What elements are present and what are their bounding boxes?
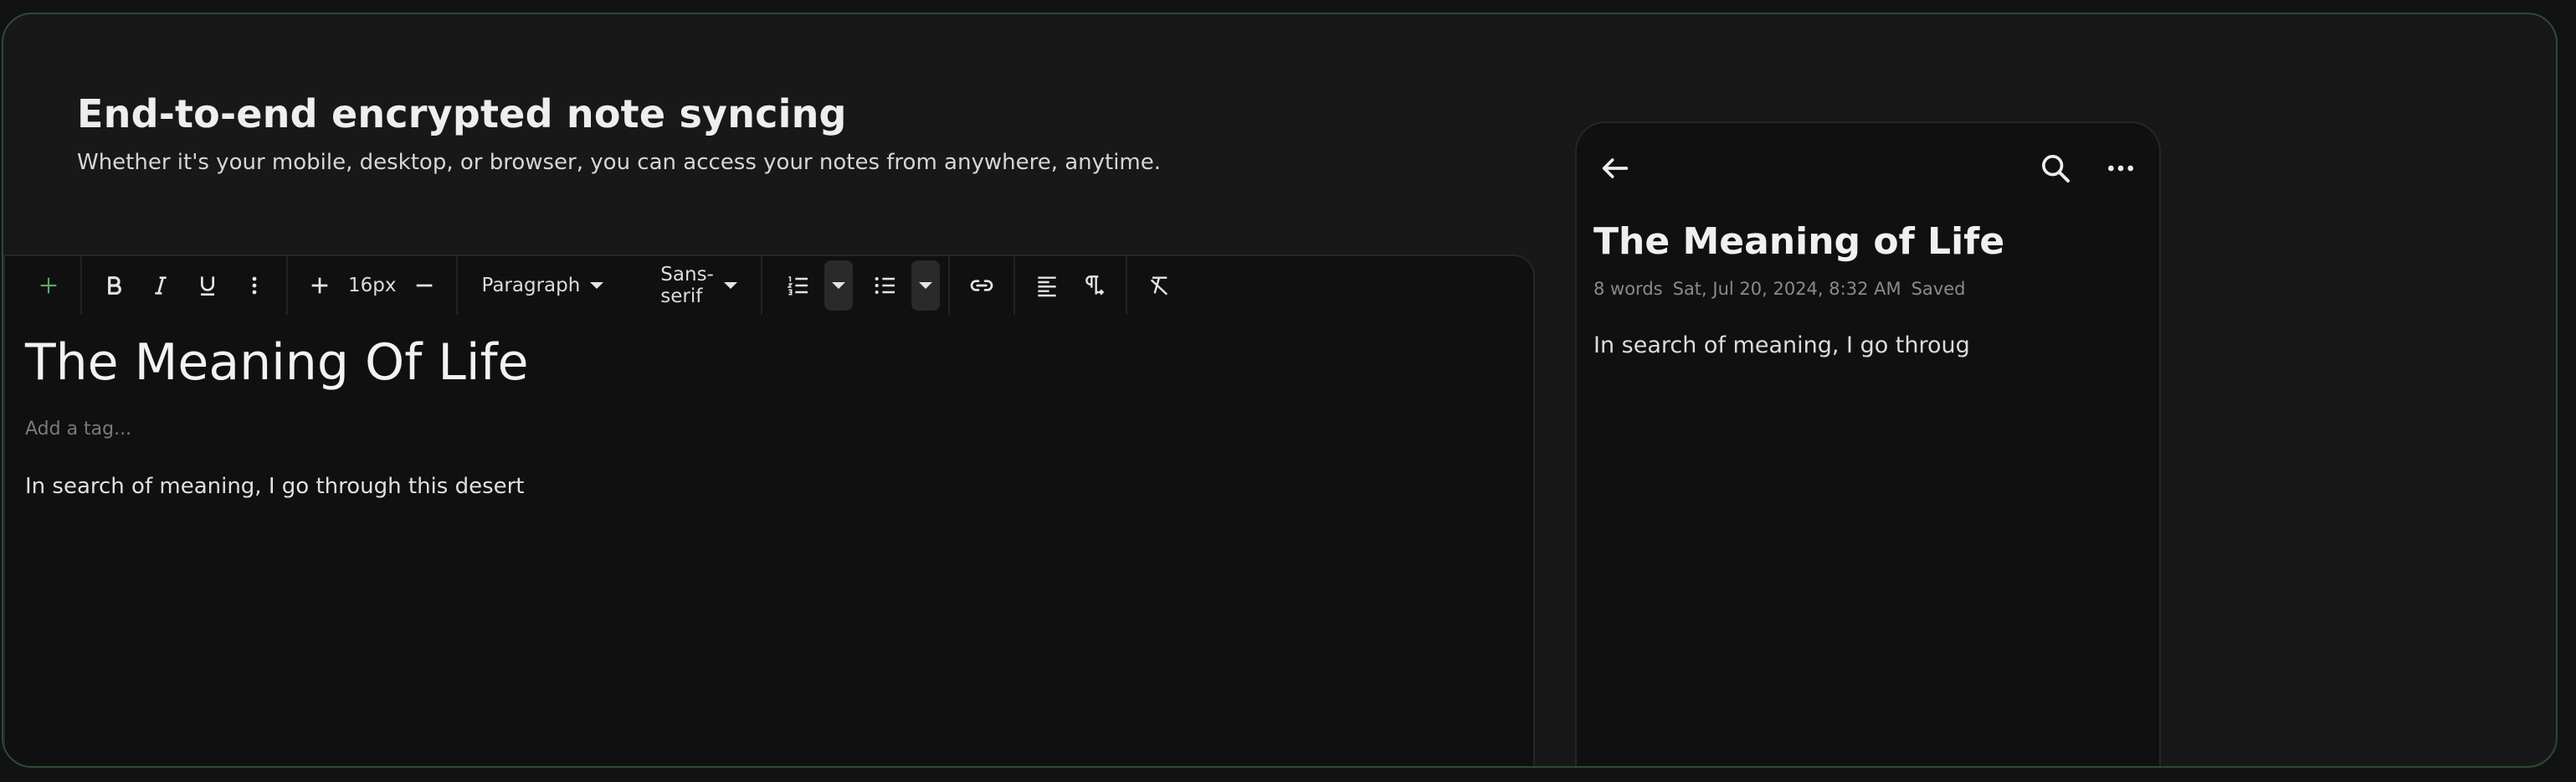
italic-button[interactable] [137, 262, 184, 309]
bold-button[interactable] [90, 262, 137, 309]
insert-button[interactable] [25, 262, 72, 309]
tag-input[interactable] [25, 419, 360, 440]
chevron-down-icon [590, 282, 604, 289]
align-left-icon [1038, 276, 1056, 297]
font-family-label: Sans-serif [660, 264, 714, 307]
toolbar-group-lists [762, 256, 950, 315]
hero-title: End-to-end encrypted note syncing [77, 91, 847, 136]
pilcrow-direction-icon [1085, 275, 1105, 296]
plus-icon [311, 277, 328, 294]
underline-icon [201, 276, 214, 296]
text-direction-button[interactable] [1070, 262, 1117, 309]
italic-icon [155, 276, 167, 295]
underline-button[interactable] [184, 262, 231, 309]
search-icon [2042, 155, 2070, 183]
more-horizontal-icon [2108, 165, 2133, 172]
increase-font-button[interactable] [296, 262, 343, 309]
note-title[interactable]: The Meaning Of Life [25, 333, 529, 392]
more-vertical-icon [252, 276, 257, 295]
note-meta: 8 words Sat, Jul 20, 2024, 8:32 AM Saved [1593, 279, 1965, 299]
toolbar-group-format [82, 256, 288, 315]
word-count: 8 words [1593, 279, 1663, 299]
showcase-frame: End-to-end encrypted note syncing Whethe… [2, 13, 2558, 768]
bullet-list-icon [875, 277, 895, 294]
ordered-list-options-button[interactable] [824, 260, 853, 311]
save-status: Saved [1911, 279, 1966, 299]
toolbar-group-insert [5, 256, 82, 315]
mobile-note-body[interactable]: In search of meaning, I go throug [1593, 332, 1970, 358]
chevron-down-icon [831, 282, 845, 289]
editor-toolbar: 16px Paragraph Sans-serif [5, 256, 1168, 315]
back-button[interactable] [1595, 148, 1635, 188]
note-date: Sat, Jul 20, 2024, 8:32 AM [1672, 279, 1901, 299]
search-button[interactable] [2035, 148, 2076, 188]
block-type-label: Paragraph [481, 275, 581, 296]
hero-subtitle: Whether it's your mobile, desktop, or br… [77, 150, 1162, 175]
toolbar-group-align [1015, 256, 1127, 315]
more-format-button[interactable] [231, 262, 278, 309]
desktop-editor: 16px Paragraph Sans-serif The Meaning Of… [3, 255, 1535, 766]
link-icon [970, 280, 993, 291]
bullet-list-options-button[interactable] [911, 260, 940, 311]
bullet-list-button[interactable] [861, 262, 908, 309]
chevron-down-icon [918, 282, 932, 289]
align-left-button[interactable] [1024, 262, 1070, 309]
toolbar-group-fontsize: 16px [288, 256, 459, 315]
font-family-dropdown[interactable]: Sans-serif [627, 264, 761, 307]
link-button[interactable] [958, 262, 1005, 309]
note-body[interactable]: In search of meaning, I go through this … [25, 474, 525, 499]
toolbar-group-clear [1127, 256, 1191, 315]
toolbar-group-link [950, 256, 1015, 315]
plus-icon [40, 277, 57, 294]
decrease-font-button[interactable] [401, 262, 448, 309]
clear-formatting-button[interactable] [1136, 262, 1183, 309]
more-options-button[interactable] [2101, 148, 2141, 188]
clear-format-icon [1150, 276, 1168, 296]
block-type-dropdown[interactable]: Paragraph [458, 275, 627, 296]
font-size-value: 16px [348, 275, 397, 296]
arrow-left-icon [1602, 158, 1629, 178]
mobile-preview: The Meaning of Life 8 words Sat, Jul 20,… [1575, 121, 2161, 766]
ordered-list-button[interactable] [774, 262, 821, 309]
minus-icon [417, 284, 433, 287]
mobile-note-title[interactable]: The Meaning of Life [1593, 220, 2004, 263]
ordered-list-icon [787, 276, 808, 296]
toolbar-group-block: Paragraph Sans-serif [458, 256, 762, 315]
chevron-down-icon [723, 282, 737, 289]
bold-icon [108, 276, 121, 295]
